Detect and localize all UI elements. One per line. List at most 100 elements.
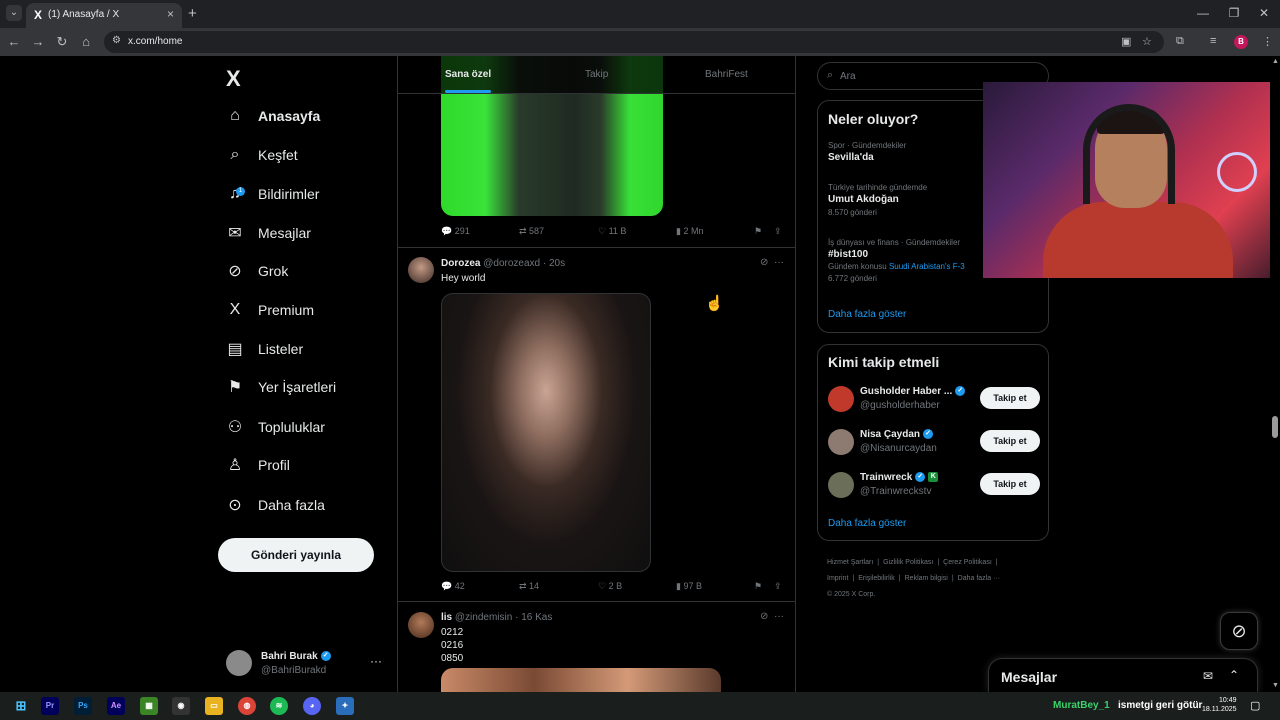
account-switcher[interactable]: Bahri Burak ✓ @BahriBurakd ··· xyxy=(226,648,396,682)
messages-drawer[interactable]: Mesajlar ✉ ⌃ xyxy=(988,658,1258,692)
tweet[interactable]: lis @zindemisin · 16 Kas ⊘ ··· 0212 0216… xyxy=(398,601,795,692)
nav-item-mesajlar[interactable]: ✉ Mesajlar xyxy=(226,218,311,248)
reload-icon[interactable]: ↻ xyxy=(54,34,70,50)
address-bar[interactable]: ⚙ x.com/home xyxy=(104,31,1164,53)
new-tab-icon[interactable]: + xyxy=(188,5,197,22)
like-button[interactable]: ♡ 11 B xyxy=(598,226,626,237)
more-options-icon[interactable]: ··· xyxy=(774,257,784,268)
tweet-author-name[interactable]: Dorozea xyxy=(441,258,480,269)
close-tab-icon[interactable]: × xyxy=(167,7,174,21)
grok-floating-button[interactable]: ⊘ xyxy=(1220,612,1258,650)
footer-link[interactable]: Reklam bilgisi xyxy=(905,575,948,582)
grok-icon[interactable]: ⊘ xyxy=(760,611,768,622)
reply-button[interactable]: 💬 42 xyxy=(441,581,465,592)
app-icon[interactable]: ✦ xyxy=(336,697,354,715)
install-app-icon[interactable]: ▣ xyxy=(1121,35,1131,48)
after-effects-icon[interactable]: Ae xyxy=(107,697,125,715)
nav-item-daha-fazla[interactable]: ⊙ Daha fazla xyxy=(226,490,325,520)
new-message-icon[interactable]: ✉ xyxy=(1203,669,1213,683)
nav-item-profil[interactable]: ♙ Profil xyxy=(226,450,290,480)
browser-menu-icon[interactable]: ⋮ xyxy=(1262,35,1273,48)
scroll-up-icon[interactable]: ▲ xyxy=(1272,58,1279,65)
suggested-account[interactable]: Nisa Çaydan ✓ @Nisanurcaydan Takip et xyxy=(828,428,1040,458)
avatar[interactable] xyxy=(828,472,854,498)
scroll-down-icon[interactable]: ▼ xyxy=(1272,682,1279,689)
show-more-link[interactable]: Daha fazla göster xyxy=(828,518,906,529)
show-more-link[interactable]: Daha fazla göster xyxy=(828,309,906,320)
home-icon[interactable]: ⌂ xyxy=(78,34,94,49)
file-explorer-icon[interactable]: ▭ xyxy=(205,697,223,715)
trend-context-link[interactable]: Suudi Arabistan's F-3 xyxy=(889,262,965,271)
minecraft-icon[interactable]: ▦ xyxy=(140,697,158,715)
nav-item-anasayfa[interactable]: ⌂ Anasayfa xyxy=(226,101,320,131)
x-logo-icon[interactable]: X xyxy=(226,66,241,92)
tweet[interactable]: Dorozea @dorozeaxd · 20s ⊘ ··· Hey world… xyxy=(398,247,795,601)
tweet-time[interactable]: · 20s xyxy=(543,258,565,269)
system-clock[interactable]: 10:49 18.11.2025 xyxy=(1202,696,1237,714)
reading-list-icon[interactable]: ≡ xyxy=(1210,35,1216,47)
footer-link[interactable]: Daha fazla ··· xyxy=(958,575,1000,582)
avatar[interactable] xyxy=(828,429,854,455)
window-close-icon[interactable]: ✕ xyxy=(1254,6,1274,20)
notification-icon[interactable]: ▢ xyxy=(1250,699,1260,712)
tab-bahrifest[interactable]: BahriFest xyxy=(705,69,748,80)
tweet-media-image[interactable] xyxy=(441,668,721,692)
reply-button[interactable]: 💬 291 xyxy=(441,226,470,237)
share-icon[interactable]: ⇪ xyxy=(774,581,782,592)
avatar[interactable] xyxy=(408,612,434,638)
suggested-account[interactable]: Gusholder Haber ... ✓ @gusholderhaber Tak… xyxy=(828,385,1040,415)
nav-item-listeler[interactable]: ▤ Listeler xyxy=(226,334,303,364)
tweet-time[interactable]: · 16 Kas xyxy=(515,612,552,623)
tweet-media-image[interactable] xyxy=(441,293,651,572)
nav-item-yer-i-şaretleri[interactable]: ⚑ Yer İşaretleri xyxy=(226,372,336,402)
nav-item-topluluklar[interactable]: ⚇ Topluluklar xyxy=(226,412,325,442)
bookmark-icon[interactable]: ⚑ xyxy=(754,581,762,592)
scrollbar-thumb[interactable] xyxy=(1272,416,1278,438)
avatar[interactable] xyxy=(408,257,434,283)
minimize-icon[interactable]: — xyxy=(1193,6,1213,20)
spotify-icon[interactable]: ≋ xyxy=(270,697,288,715)
follow-button[interactable]: Takip et xyxy=(980,430,1040,452)
suggested-account[interactable]: Trainwreck ✓ K @Trainwreckstv Takip et xyxy=(828,471,1040,501)
photoshop-icon[interactable]: Ps xyxy=(74,697,92,715)
obs-icon[interactable]: ◉ xyxy=(172,697,190,715)
nav-item-bildirimler[interactable]: ♫ 1 Bildirimler xyxy=(226,179,319,209)
expand-icon[interactable]: ⌃ xyxy=(1229,668,1239,682)
restore-icon[interactable]: ❐ xyxy=(1224,6,1244,20)
footer-link[interactable]: Gizlilik Politikası xyxy=(883,559,933,566)
follow-button[interactable]: Takip et xyxy=(980,473,1040,495)
tab-for-you[interactable]: Sana özel xyxy=(445,69,491,80)
footer-link[interactable]: Imprint xyxy=(827,575,848,582)
premiere-pro-icon[interactable]: Pr xyxy=(41,697,59,715)
views-button[interactable]: ▮ 97 B xyxy=(676,581,702,592)
footer-link[interactable]: Çerez Politikası xyxy=(943,559,992,566)
browser-tab[interactable]: X (1) Anasayfa / X × xyxy=(26,3,182,28)
more-options-icon[interactable]: ··· xyxy=(774,611,784,622)
chrome-icon[interactable]: ◍ xyxy=(238,697,256,715)
bookmark-icon[interactable]: ⚑ xyxy=(754,226,762,237)
post-button[interactable]: Gönderi yayınla xyxy=(218,538,374,572)
forward-icon[interactable]: → xyxy=(30,34,46,49)
avatar[interactable] xyxy=(828,386,854,412)
footer-link[interactable]: Erişilebilirlik xyxy=(858,575,895,582)
discord-icon[interactable]: ◕ xyxy=(303,697,321,715)
extensions-icon[interactable]: ⧉ xyxy=(1176,35,1184,48)
site-info-icon[interactable]: ⚙ xyxy=(112,35,121,46)
more-options-icon[interactable]: ··· xyxy=(370,654,382,668)
bookmark-star-icon[interactable]: ☆ xyxy=(1142,35,1152,48)
tweet-author-name[interactable]: lis xyxy=(441,612,452,623)
tab-following[interactable]: Takip xyxy=(585,69,608,80)
repost-button[interactable]: ⇄ 587 xyxy=(519,226,544,237)
views-button[interactable]: ▮ 2 Mn xyxy=(676,226,703,237)
grok-icon[interactable]: ⊘ xyxy=(760,257,768,268)
share-icon[interactable]: ⇪ xyxy=(774,226,782,237)
footer-link[interactable]: Hizmet Şartları xyxy=(827,559,873,566)
repost-button[interactable]: ⇄ 14 xyxy=(519,581,539,592)
tab-search-button[interactable]: ⌄ xyxy=(6,5,22,21)
nav-item-keşfet[interactable]: ⌕ Keşfet xyxy=(226,140,298,170)
profile-avatar-button[interactable]: B xyxy=(1234,35,1248,49)
back-icon[interactable]: ← xyxy=(6,34,22,49)
like-button[interactable]: ♡ 2 B xyxy=(598,581,622,592)
page-scrollbar[interactable]: ▲ ▼ xyxy=(1270,56,1280,692)
nav-item-premium[interactable]: X Premium xyxy=(226,295,314,325)
